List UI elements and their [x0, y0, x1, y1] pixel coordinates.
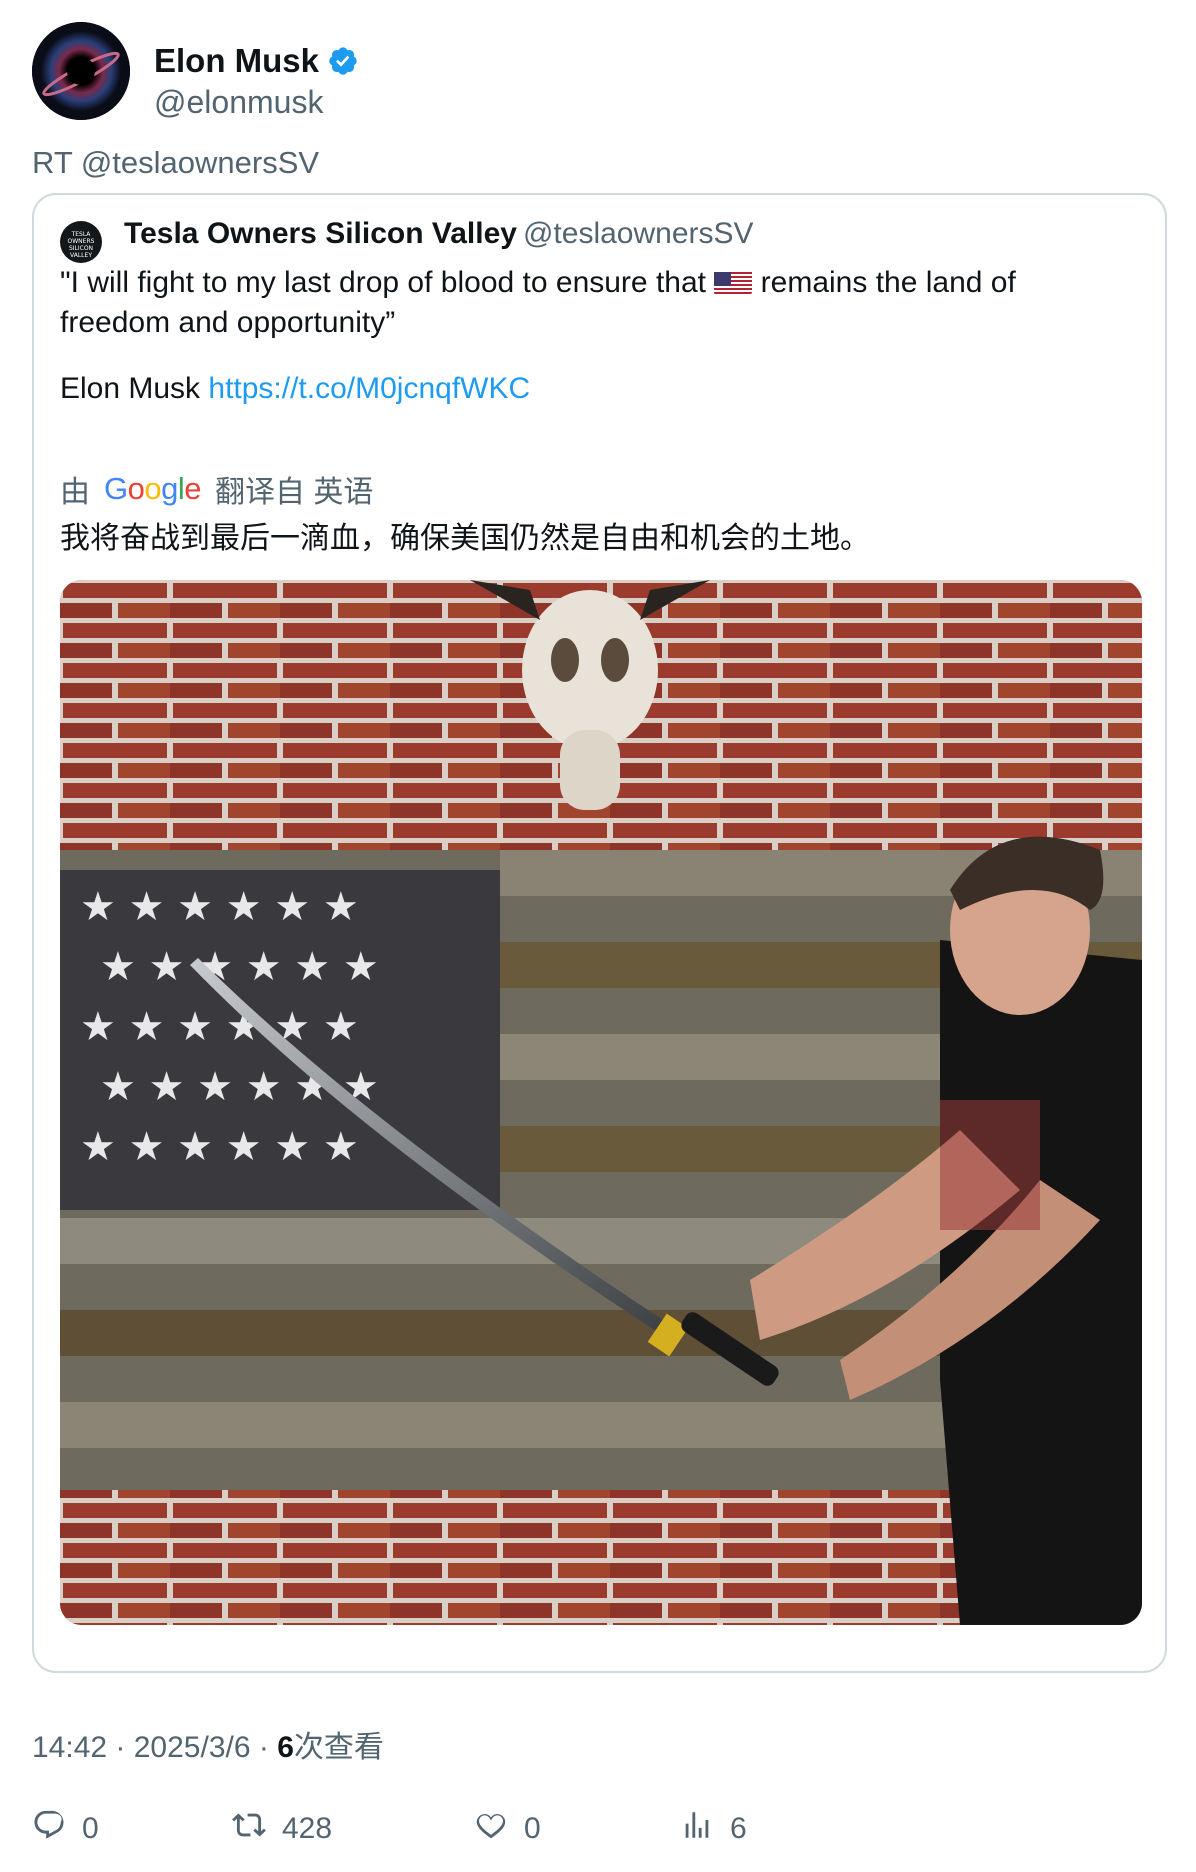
quoted-author-handle[interactable]: @teslaownersSV	[523, 217, 754, 250]
translation-attribution: 由 Google 翻译自 英语	[60, 467, 373, 511]
reply-count: 0	[82, 1812, 99, 1845]
retweet-button[interactable]: 428	[232, 1808, 332, 1850]
verified-badge-icon	[327, 45, 359, 77]
svg-text:★ ★ ★ ★ ★ ★: ★ ★ ★ ★ ★ ★	[80, 1004, 359, 1050]
tweet-date[interactable]: 2025/3/6	[134, 1731, 251, 1764]
google-logo[interactable]: Google	[104, 471, 202, 507]
retweet-count: 428	[282, 1812, 333, 1845]
svg-text:★ ★ ★ ★ ★ ★: ★ ★ ★ ★ ★ ★	[100, 944, 379, 990]
like-count: 0	[524, 1812, 541, 1845]
views-count: 6	[277, 1731, 294, 1764]
author-handle[interactable]: @elonmusk	[154, 84, 323, 121]
translated-text: 我将奋战到最后一滴血，确保美国仍然是自由和机会的土地。	[60, 522, 870, 555]
quoted-text-line1-a: "I will fight to my last drop of blood t…	[60, 266, 706, 299]
quoted-avatar[interactable]: TESLA OWNERS SILICON VALLEY	[60, 221, 102, 263]
author-name-text[interactable]: Elon Musk	[154, 42, 319, 80]
quoted-author[interactable]: Tesla Owners Silicon Valley @teslaownersS…	[124, 217, 754, 251]
quoted-link[interactable]: https://t.co/M0jcnqfWKC	[208, 372, 530, 405]
reply-icon	[32, 1808, 66, 1850]
translation-suffix: 翻译自 英语	[215, 476, 374, 509]
tweet-time[interactable]: 14:42	[32, 1731, 107, 1764]
like-button[interactable]: 0	[474, 1808, 541, 1850]
retweet-icon	[232, 1808, 266, 1850]
quoted-text-line2: freedom and opportunity”	[60, 306, 396, 339]
author-name[interactable]: Elon Musk	[154, 42, 359, 80]
quoted-text-line3: Elon Musk	[60, 372, 209, 405]
analytics-icon	[680, 1808, 714, 1850]
tweet-actions: 0 428 0 6	[32, 1808, 1162, 1858]
heart-icon	[474, 1808, 508, 1850]
quoted-text-line1-b: remains the land of	[760, 266, 1016, 299]
translation-prefix: 由	[60, 476, 90, 509]
quoted-tweet-card[interactable]: TESLA OWNERS SILICON VALLEY Tesla Owners…	[32, 193, 1167, 1673]
retweet-line: RT @teslaownersSV	[32, 145, 320, 180]
author-avatar[interactable]	[32, 22, 130, 120]
views-button[interactable]: 6	[680, 1808, 747, 1850]
us-flag-emoji-icon	[714, 269, 753, 295]
tweet-header: Elon Musk @elonmusk	[32, 22, 1162, 122]
tweet-photo[interactable]: ★ ★ ★ ★ ★ ★ ★ ★ ★ ★ ★ ★ ★ ★ ★ ★ ★ ★ ★ ★ …	[60, 580, 1142, 1625]
tweet-meta: 14:42 · 2025/3/6 · 6次查看	[32, 1731, 384, 1764]
svg-text:★ ★ ★ ★ ★ ★: ★ ★ ★ ★ ★ ★	[80, 1124, 359, 1170]
views-action-count: 6	[730, 1812, 747, 1845]
views-label: 次查看	[293, 1731, 384, 1764]
svg-text:★ ★ ★ ★ ★ ★: ★ ★ ★ ★ ★ ★	[80, 884, 359, 930]
quoted-tweet-text: "I will fight to my last drop of blood t…	[60, 263, 1150, 409]
quoted-author-name[interactable]: Tesla Owners Silicon Valley	[124, 217, 517, 250]
reply-button[interactable]: 0	[32, 1808, 99, 1850]
